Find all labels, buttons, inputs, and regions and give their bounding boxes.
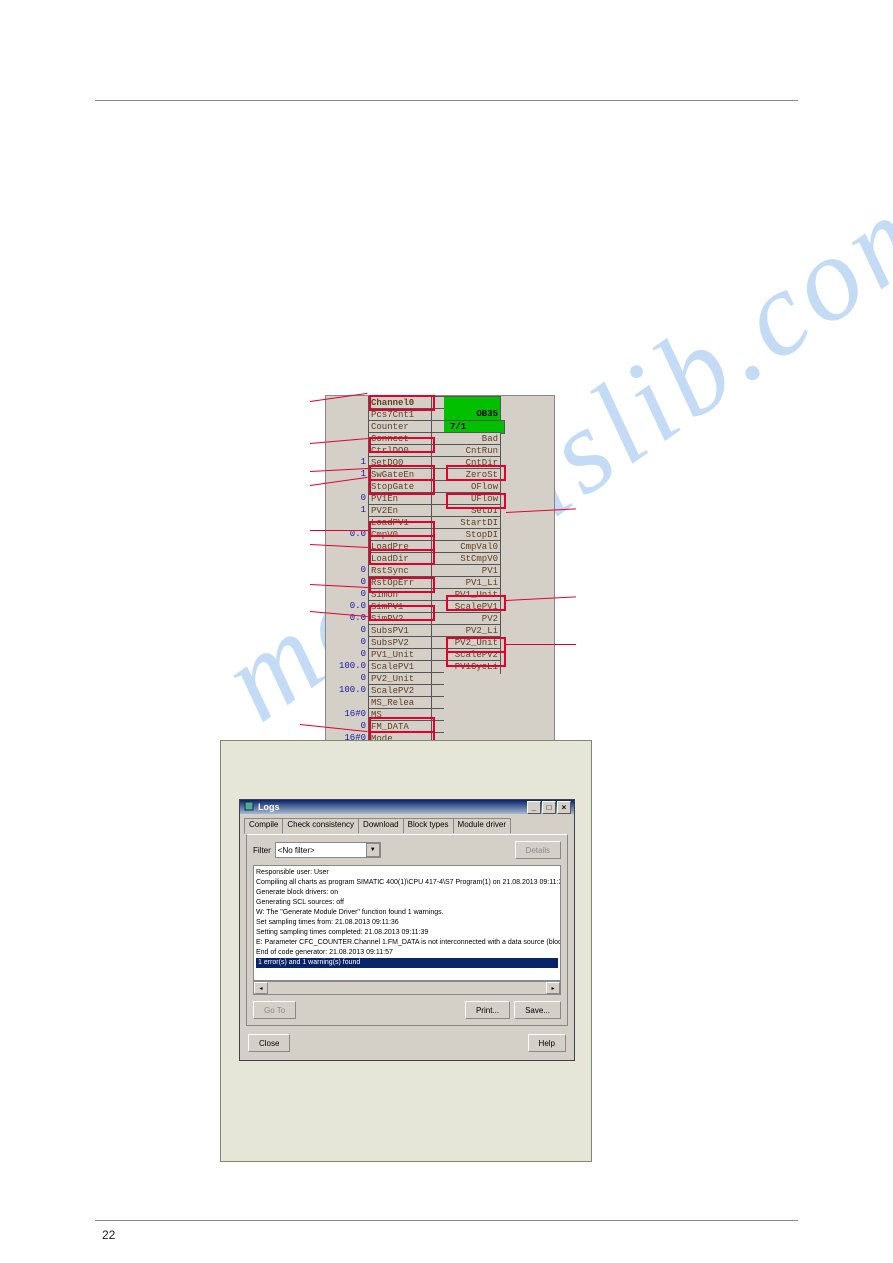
scroll-right-icon[interactable]: ▸ [546, 982, 560, 994]
filter-value: <No filter> [278, 846, 315, 855]
logs-window: Logs _ □ × Compile Check consistency Dow… [239, 799, 575, 1061]
tab-blocktypes[interactable]: Block types [403, 818, 454, 833]
scroll-left-icon[interactable]: ◂ [254, 982, 268, 994]
log-line: W: The "Generate Module Driver" function… [256, 908, 558, 918]
window-titlebar[interactable]: Logs _ □ × [240, 800, 574, 814]
callout-line [506, 644, 576, 645]
save-button[interactable]: Save... [514, 1001, 561, 1019]
log-line: Responsible user: User [256, 868, 558, 878]
tab-moduledriver[interactable]: Module driver [453, 818, 511, 833]
log-output[interactable]: Responsible user: User Compiling all cha… [253, 865, 561, 981]
log-line: End of code generator: 21.08.2013 09:11:… [256, 948, 558, 958]
tab-compile[interactable]: Compile [244, 818, 283, 834]
page-number: 22 [102, 1228, 115, 1242]
close-button[interactable]: × [557, 801, 571, 814]
horizontal-scrollbar[interactable]: ◂ ▸ [253, 981, 561, 995]
filter-combo[interactable]: <No filter> ▼ [275, 842, 381, 858]
tab-panel: Filter <No filter> ▼ Details Responsible… [246, 834, 568, 1026]
log-line: Setting sampling times completed: 21.08.… [256, 928, 558, 938]
log-line: Generate block drivers: on [256, 888, 558, 898]
close-dialog-button[interactable]: Close [248, 1034, 290, 1052]
callout-line [310, 530, 368, 531]
app-icon [243, 800, 255, 812]
log-line: Compiling all charts as program SIMATIC … [256, 878, 558, 888]
ob-header: OB35 [444, 408, 501, 420]
log-line: Generating SCL sources: off [256, 898, 558, 908]
window-title: Logs [258, 800, 526, 814]
log-line: Set sampling times from: 21.08.2013 09:1… [256, 918, 558, 928]
chevron-down-icon[interactable]: ▼ [366, 843, 380, 857]
tab-strip: Compile Check consistency Download Block… [244, 818, 574, 834]
details-button[interactable]: Details [515, 841, 561, 859]
help-button[interactable]: Help [528, 1034, 566, 1052]
header-rule [95, 100, 798, 101]
log-line: E: Parameter CFC_COUNTER.Channel 1.FM_DA… [256, 938, 558, 948]
maximize-button[interactable]: □ [542, 801, 556, 814]
log-line-selected[interactable]: 1 error(s) and 1 warning(s) found [256, 958, 558, 968]
footer-rule [95, 1220, 798, 1221]
tab-download[interactable]: Download [358, 818, 404, 833]
print-button[interactable]: Print... [465, 1001, 510, 1019]
screenshot-panel: Logs _ □ × Compile Check consistency Dow… [220, 740, 592, 1162]
function-block-diagram: Channel0 Pcs7Cnt1OB35 Counter7/1 Connect… [325, 395, 555, 757]
goto-button[interactable]: Go To [253, 1001, 296, 1019]
minimize-button[interactable]: _ [527, 801, 541, 814]
filter-label: Filter [253, 846, 271, 855]
tab-check[interactable]: Check consistency [282, 818, 359, 833]
